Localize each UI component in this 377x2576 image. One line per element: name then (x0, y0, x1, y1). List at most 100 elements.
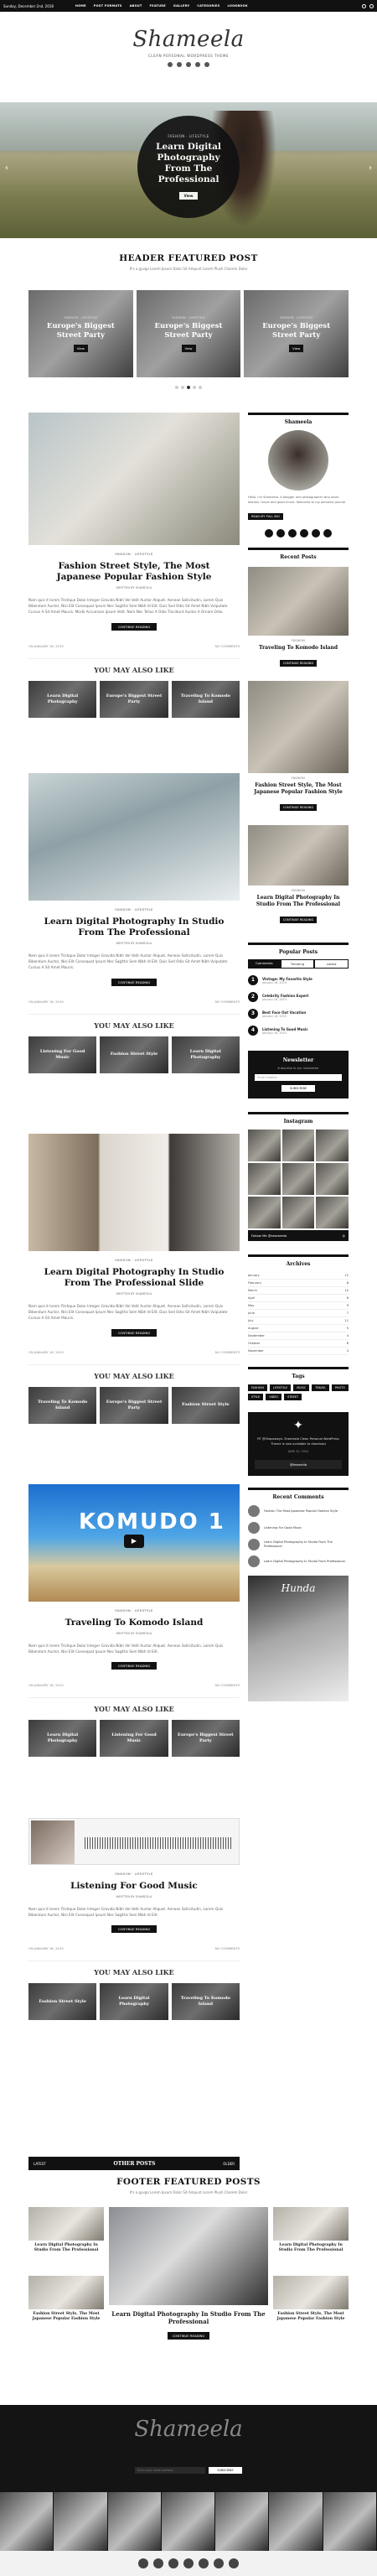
footer-featured-item[interactable]: Learn Digital Photography In Studio From… (273, 2207, 349, 2271)
tag[interactable]: MUSIC (293, 1384, 310, 1391)
nav-home[interactable]: HOME (75, 4, 86, 8)
rss-icon[interactable] (323, 529, 332, 538)
twitter-icon[interactable] (177, 62, 182, 67)
comment-post-title[interactable]: Learn Digital Photography In Studio From… (264, 1540, 349, 1549)
instagram-photo[interactable] (281, 1130, 315, 1161)
popular-post-item[interactable]: 2 Celebrity Fashion Expert January 16, 201… (248, 992, 349, 1002)
recent-post-button[interactable]: CONTINUE READING (279, 660, 318, 667)
footer-featured-item[interactable]: Learn Digital Photography In Studio From… (28, 2207, 104, 2271)
archive-item[interactable]: August 5 (248, 1325, 349, 1332)
pinterest-icon[interactable] (300, 529, 308, 538)
pinterest-icon[interactable] (183, 2558, 194, 2568)
recent-post-button[interactable]: CONTINUE READING (279, 804, 318, 811)
tag[interactable]: STYLE (248, 1394, 264, 1400)
footer-featured-image[interactable] (273, 2276, 349, 2309)
recent-post-category[interactable]: FASHION (248, 639, 349, 642)
footer-featured-item[interactable]: Fashion Street Style, The Most Japanese … (28, 2276, 104, 2340)
pagination-next[interactable]: OLDER (223, 2162, 235, 2166)
post-title[interactable]: Fashion Street Style, The Most Japanese … (28, 561, 240, 583)
post-comments-link[interactable]: NO COMMENTS (215, 644, 240, 648)
comment-post-title[interactable]: Learn Digital Photography In Studio From… (264, 1560, 345, 1564)
footer-subscribe-button[interactable]: SUBSCRIBE (209, 2467, 242, 2474)
footer-featured-image[interactable] (28, 2276, 104, 2309)
footer-featured-main-image[interactable] (109, 2207, 268, 2305)
recent-comment-item[interactable]: Listening For Good Music (248, 1522, 349, 1534)
recent-post-image[interactable] (248, 681, 349, 773)
archive-item[interactable]: July 11 (248, 1317, 349, 1325)
recent-comment-item[interactable]: Fashion The Most Japanese Popular Fashio… (248, 1505, 349, 1517)
instagram-icon[interactable]: ◎ (343, 1233, 345, 1238)
featured-card-title[interactable]: Europe's Biggest Street Party (259, 322, 334, 340)
related-post[interactable]: Learn Digital Photography (28, 680, 97, 718)
nav-post-formats[interactable]: POST FORMATS (94, 4, 122, 8)
instagram-photo[interactable] (281, 1163, 315, 1195)
related-post[interactable]: Listening For Good Music (100, 1720, 168, 1758)
continue-reading-button[interactable]: CONTINUE READING (111, 622, 157, 631)
related-post[interactable]: Europe's Biggest Street Party (100, 680, 168, 718)
slider-prev-arrow-icon[interactable]: ‹ (3, 163, 10, 174)
continue-reading-button[interactable]: CONTINUE READING (111, 1662, 157, 1670)
tab-comments[interactable]: Comments (248, 959, 281, 969)
featured-card[interactable]: FASHION · LIFESTYLE Europe's Biggest Str… (136, 290, 241, 377)
related-post[interactable]: Traveling To Komodo Island (171, 680, 240, 718)
recent-comment-item[interactable]: Learn Digital Photography In Studio From… (248, 1539, 349, 1550)
post-comments-link[interactable]: NO COMMENTS (215, 1946, 240, 1950)
hero-category[interactable]: FASHION · LIFESTYLE (168, 134, 209, 138)
tag[interactable]: LIFESTYLE (269, 1384, 292, 1391)
popular-post-item[interactable]: 4 Listening To Good Music January 16, 2015 (248, 1026, 349, 1036)
archive-item[interactable]: March 10 (248, 1287, 349, 1295)
archive-item[interactable]: January 12 (248, 1272, 349, 1280)
newsletter-email-input[interactable]: Email address (255, 1074, 342, 1081)
instagram-photo[interactable] (0, 2492, 54, 2551)
footer-featured-item-title[interactable]: Fashion Street Style, The Most Japanese … (28, 2312, 104, 2322)
post-categories[interactable]: FASHION · LIFESTYLE (28, 1872, 240, 1876)
post-categories[interactable]: FASHION · LIFESTYLE (28, 1258, 240, 1262)
archive-month[interactable]: July (248, 1319, 253, 1322)
post-comments-link[interactable]: NO COMMENTS (215, 1000, 240, 1004)
popular-post-title[interactable]: Vintage: My Favorite Style (262, 977, 312, 981)
instagram-photo[interactable] (323, 2492, 377, 2551)
instagram-photo[interactable] (269, 2492, 323, 2551)
post-categories[interactable]: FASHION · LIFESTYLE (28, 1608, 240, 1613)
tag[interactable]: FASHION (248, 1384, 267, 1391)
related-post[interactable]: Europe's Biggest Street Party (100, 1386, 168, 1424)
related-post[interactable]: Fashion Street Style (100, 1036, 168, 1073)
audio-waveform[interactable] (85, 1837, 232, 1849)
archive-month[interactable]: May (248, 1304, 254, 1307)
play-icon[interactable]: ▶ (124, 1535, 144, 1548)
popular-post-title[interactable]: Listening To Good Music (262, 1027, 308, 1031)
footer-featured-image[interactable] (273, 2207, 349, 2241)
instagram-photo[interactable] (248, 1163, 281, 1195)
comment-post-title[interactable]: Listening For Good Music (264, 1526, 302, 1530)
post-title[interactable]: Learn Digital Photography In Studio From… (28, 917, 240, 938)
popular-post-title[interactable]: Best Face Out Vacation (262, 1010, 306, 1015)
featured-card-button[interactable]: View (289, 345, 304, 352)
footer-featured-item-title[interactable]: Learn Digital Photography In Studio From… (28, 2243, 104, 2253)
recent-post-image[interactable] (248, 567, 349, 636)
tag[interactable]: VIDEO (266, 1394, 282, 1400)
related-post[interactable]: Learn Digital Photography (171, 1036, 240, 1073)
featured-card-button[interactable]: View (181, 345, 196, 352)
post-categories[interactable]: FASHION · LIFESTYLE (28, 552, 240, 556)
post-image[interactable] (28, 1134, 240, 1251)
audio-player[interactable] (28, 1818, 240, 1865)
instagram-photo[interactable] (281, 1197, 315, 1228)
instagram-follow-bar[interactable]: Follow Me @shameela ◎ (248, 1230, 349, 1241)
instagram-photo[interactable] (316, 1130, 349, 1161)
archive-month[interactable]: September (248, 1334, 265, 1337)
post-title[interactable]: Traveling To Komodo Island (28, 1618, 240, 1628)
featured-card-title[interactable]: Europe's Biggest Street Party (151, 322, 226, 340)
carousel-dot[interactable] (199, 386, 202, 389)
related-post[interactable]: Learn Digital Photography (100, 1983, 168, 2021)
google-plus-icon[interactable] (199, 2558, 209, 2568)
twitter-icon[interactable] (153, 2558, 163, 2568)
instagram-photo[interactable] (248, 1130, 281, 1161)
twitter-follow-link[interactable]: @tesmeila (255, 1460, 342, 1469)
instagram-photo[interactable] (316, 1163, 349, 1195)
archive-month[interactable]: August (248, 1327, 259, 1330)
carousel-dot-active[interactable] (187, 386, 190, 389)
archive-month[interactable]: November (248, 1349, 264, 1353)
post-title[interactable]: Listening For Good Music (28, 1881, 240, 1892)
nav-lookbook[interactable]: LOOKBOOK (227, 4, 247, 8)
continue-reading-button[interactable]: CONTINUE READING (111, 1328, 157, 1337)
